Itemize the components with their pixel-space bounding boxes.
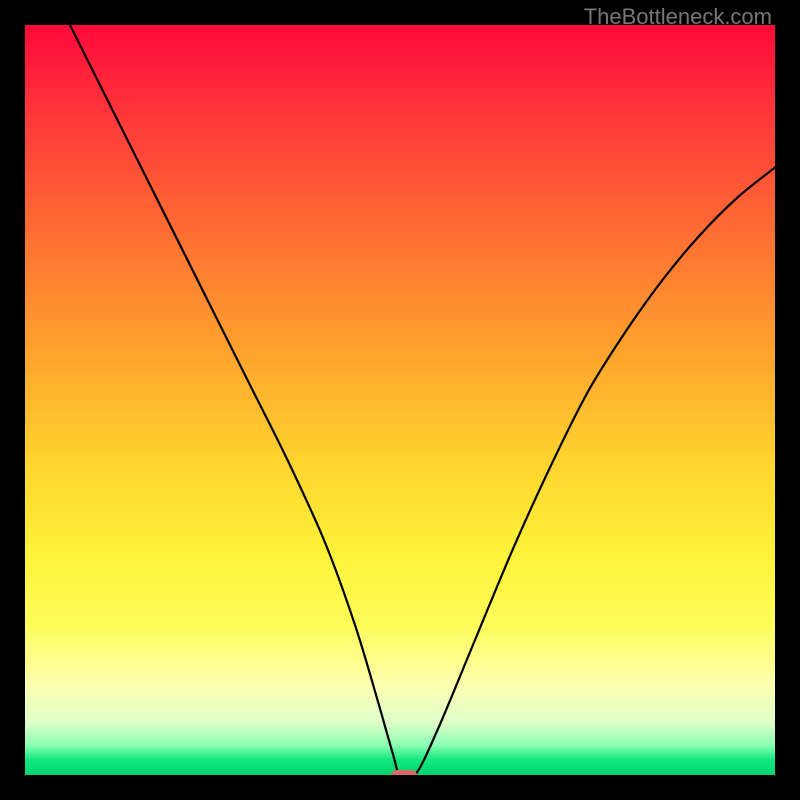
watermark-text: TheBottleneck.com <box>584 4 772 30</box>
optimum-marker <box>391 770 417 775</box>
bottleneck-curve <box>25 25 775 775</box>
chart-plot-area <box>25 25 775 775</box>
